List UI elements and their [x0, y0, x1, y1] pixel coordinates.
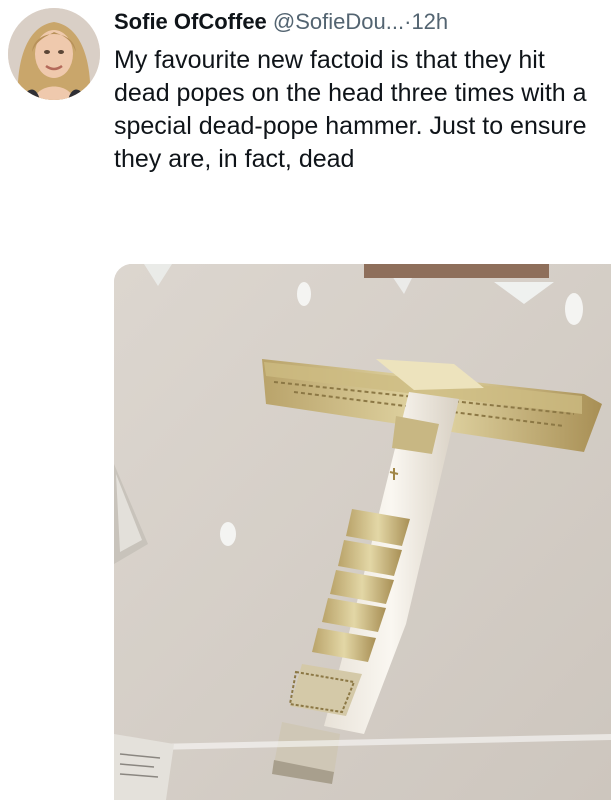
- hammer-photo: [114, 264, 611, 800]
- author-name[interactable]: Sofie OfCoffee: [114, 9, 267, 34]
- tweet-text: My favourite new factoid is that they hi…: [114, 46, 587, 173]
- author-handle[interactable]: @SofieDou...: [273, 9, 404, 34]
- display-tag-3: [220, 522, 236, 546]
- avatar[interactable]: [8, 8, 100, 100]
- timestamp[interactable]: 12h: [411, 9, 448, 34]
- display-tag-9: [297, 282, 311, 306]
- tweet[interactable]: Sofie OfCoffee @SofieDou...·12h My favou…: [0, 0, 611, 800]
- display-tag-10: [565, 293, 583, 325]
- tweet-header: Sofie OfCoffee @SofieDou...·12h: [114, 8, 448, 36]
- avatar-photo: [8, 8, 100, 100]
- tweet-media-photo[interactable]: [114, 264, 611, 800]
